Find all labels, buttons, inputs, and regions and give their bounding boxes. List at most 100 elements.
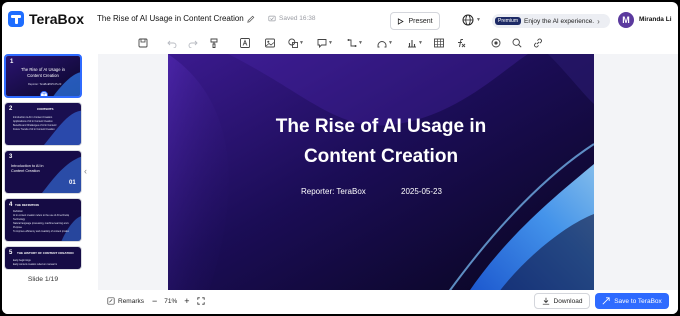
slide-reporter[interactable]: Reporter: TeraBox bbox=[301, 187, 366, 196]
zoom-in-icon[interactable]: + bbox=[184, 296, 189, 306]
slide-number: 2 bbox=[9, 106, 13, 112]
chevron-down-icon: ▼ bbox=[358, 40, 363, 46]
shape-tool[interactable]: ▼ bbox=[288, 36, 304, 50]
slide-thumbnail-reporter: Reporter: TeraBox bbox=[28, 83, 49, 86]
remarks-icon bbox=[107, 297, 115, 305]
promo-text: Enjoy the AI experience. bbox=[524, 17, 595, 25]
slide-number: 3 bbox=[9, 154, 13, 160]
connector-tool[interactable]: ▼ bbox=[347, 36, 363, 50]
section-number: 01 bbox=[69, 180, 76, 186]
redo-icon bbox=[188, 40, 198, 48]
record-icon bbox=[491, 38, 501, 48]
table-tool[interactable] bbox=[434, 36, 444, 50]
text-box-icon bbox=[240, 38, 250, 48]
slide-thumbnail-title: The Rise of AI Usage in Content Creation bbox=[21, 67, 65, 78]
symbol-tool[interactable]: ▼ bbox=[377, 36, 393, 50]
image-tool[interactable] bbox=[265, 36, 275, 50]
slide-thumbnail-list: Introduction to AI in Content Creation A… bbox=[13, 116, 57, 132]
terabox-logo[interactable]: TeraBox bbox=[8, 11, 84, 27]
editing-toolbar: ▼ ▼ ▼ ▼ ▼ bbox=[2, 36, 678, 52]
terabox-logo-icon bbox=[8, 11, 24, 27]
undo-tool[interactable] bbox=[167, 36, 177, 50]
chevron-down-icon: ▼ bbox=[476, 17, 481, 23]
document-title-text: The Rise of AI Usage in Content Creation bbox=[97, 14, 244, 23]
premium-promo-banner[interactable]: Premium Enjoy the AI experience. › bbox=[492, 14, 610, 28]
link-icon bbox=[534, 38, 542, 48]
slide-thumbnail-3[interactable]: 3 Introduction to AI in Content Creation… bbox=[4, 150, 82, 194]
fullscreen-icon[interactable] bbox=[196, 297, 205, 305]
save-status: Saved 16:38 bbox=[268, 15, 316, 22]
chevron-right-icon: › bbox=[597, 16, 600, 26]
download-label: Download bbox=[553, 297, 583, 305]
list-item: To improve efficiency and creativity of … bbox=[13, 230, 69, 233]
bottom-bar: Remarks − 71% + Download Save to TeraBox bbox=[2, 290, 678, 314]
slide-date[interactable]: 2025-05-23 bbox=[401, 187, 442, 196]
shape-icon bbox=[288, 38, 298, 48]
zoom-controls: − 71% + bbox=[152, 294, 205, 308]
remarks-button[interactable]: Remarks bbox=[107, 294, 144, 308]
slide-title-line-1: The Rise of AI Usage in bbox=[275, 116, 487, 137]
collapse-panel-icon[interactable]: ‹ bbox=[84, 166, 87, 176]
zoom-level: 71% bbox=[164, 297, 178, 305]
slide-number: 1 bbox=[10, 59, 14, 65]
remarks-label: Remarks bbox=[118, 297, 145, 305]
text-box-tool[interactable] bbox=[240, 36, 250, 50]
save-to-terabox-button[interactable]: Save to TeraBox bbox=[595, 293, 669, 309]
comment-tool[interactable]: ▼ bbox=[317, 36, 333, 50]
download-icon bbox=[542, 297, 549, 305]
app-name: TeraBox bbox=[29, 11, 84, 27]
app-window: TeraBox The Rise of AI Usage in Content … bbox=[2, 2, 678, 314]
user-name[interactable]: Miranda Li bbox=[639, 16, 672, 23]
add-slide-icon[interactable]: + bbox=[40, 91, 48, 96]
slide-thumbnail-title: THE HISTORY OF CONTENT CREATION bbox=[17, 251, 74, 255]
link-tool[interactable] bbox=[533, 36, 543, 50]
chevron-down-icon: ▼ bbox=[418, 40, 423, 46]
table-icon bbox=[434, 38, 444, 48]
save-status-text: Saved 16:38 bbox=[279, 15, 316, 22]
symbol-icon bbox=[377, 41, 387, 48]
download-button[interactable]: Download bbox=[534, 293, 590, 309]
slide-thumbnails-panel: 1 The Rise of AI Usage in Content Creati… bbox=[2, 54, 84, 290]
slide-thumbnail-date: 2025-05-23 bbox=[48, 83, 62, 86]
slide-thumbnail-1[interactable]: 1 The Rise of AI Usage in Content Creati… bbox=[4, 54, 82, 98]
search-tool[interactable] bbox=[512, 36, 522, 50]
list-item: Future Trends of AI in Content Creation bbox=[13, 128, 55, 131]
list-item: Early content creation relied on manual … bbox=[13, 263, 57, 266]
document-title[interactable]: The Rise of AI Usage in Content Creation bbox=[97, 14, 255, 23]
slide-number: 5 bbox=[9, 250, 13, 256]
undo-icon bbox=[167, 40, 177, 48]
play-icon bbox=[398, 17, 405, 25]
avatar[interactable]: M bbox=[618, 12, 634, 28]
slide-number: 4 bbox=[9, 202, 13, 208]
format-painter-tool[interactable] bbox=[209, 36, 219, 50]
cloud-saved-icon bbox=[268, 15, 276, 22]
slide-background bbox=[168, 54, 594, 293]
main-slide[interactable]: The Rise of AI Usage in Content Creation… bbox=[168, 54, 594, 293]
globe-icon bbox=[462, 14, 474, 26]
formula-tool[interactable] bbox=[456, 36, 466, 50]
slide-title-line-2: Content Creation bbox=[303, 146, 459, 167]
slide-thumbnail-5[interactable]: 5 THE HISTORY OF CONTENT CREATION Early … bbox=[4, 246, 82, 270]
slide-thumbnail-2[interactable]: 2 CONTENTS Introduction to AI in Content… bbox=[4, 102, 82, 146]
zoom-out-icon[interactable]: − bbox=[152, 296, 157, 306]
save-tool[interactable] bbox=[138, 36, 148, 50]
slide-thumbnail-title: THE DEFINITION bbox=[15, 203, 39, 207]
slide-thumbnail-list: Definition AI in content creation refers… bbox=[13, 210, 69, 234]
format-painter-icon bbox=[210, 38, 218, 48]
slide-counter: Slide 1/19 bbox=[27, 276, 59, 283]
language-selector[interactable]: ▼ bbox=[462, 14, 481, 26]
record-tool[interactable] bbox=[491, 36, 501, 50]
slide-title[interactable]: The Rise of AI Usage in Content Creation bbox=[168, 112, 594, 172]
formula-icon bbox=[458, 39, 466, 48]
top-bar: TeraBox The Rise of AI Usage in Content … bbox=[2, 2, 678, 36]
slide-thumbnail-title: Introduction to AI in Content Creation bbox=[11, 164, 44, 174]
present-button[interactable]: Present bbox=[390, 12, 440, 30]
redo-tool[interactable] bbox=[188, 36, 198, 50]
save-icon bbox=[138, 38, 148, 48]
edit-pencil-icon[interactable] bbox=[247, 15, 255, 23]
premium-badge: Premium bbox=[495, 17, 522, 25]
slide-thumbnail-4[interactable]: 4 THE DEFINITION Definition AI in conten… bbox=[4, 198, 82, 242]
slide-thumbnail-title: CONTENTS bbox=[37, 107, 54, 111]
present-label: Present bbox=[408, 17, 433, 25]
chart-tool[interactable]: ▼ bbox=[407, 36, 423, 50]
